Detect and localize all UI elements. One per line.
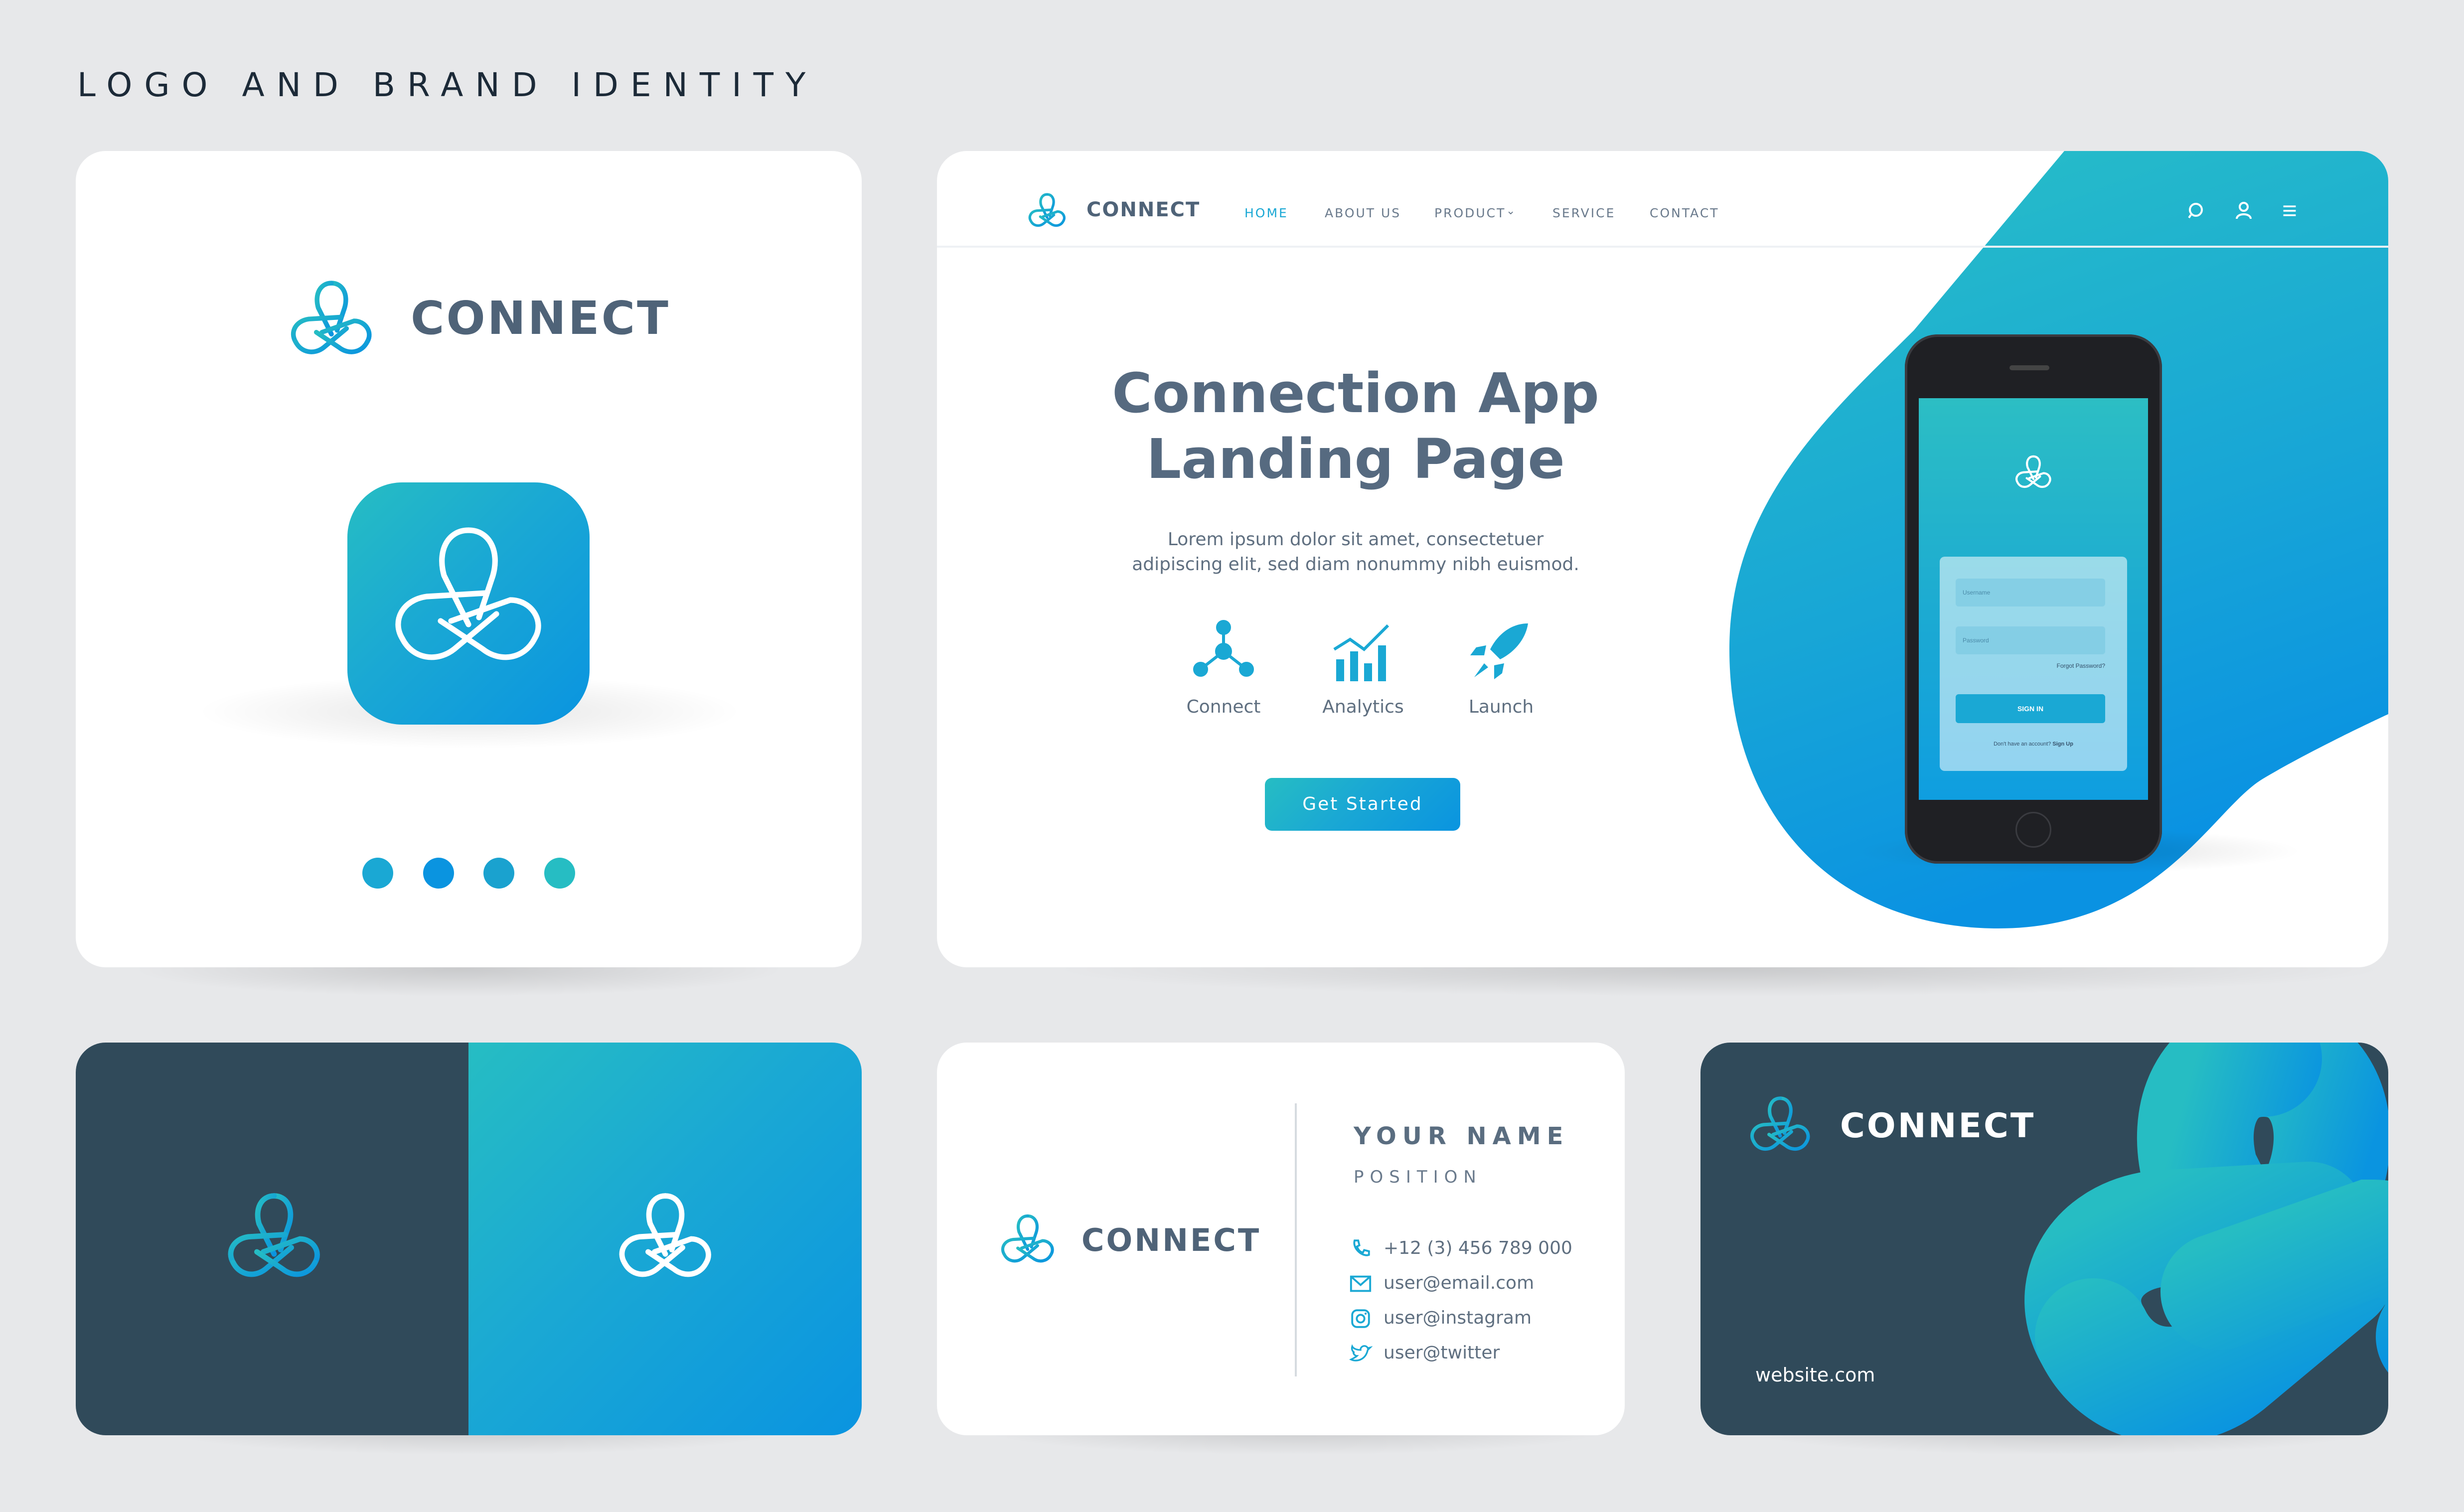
card-position: POSITION	[1354, 1167, 1482, 1187]
logo-mark-icon	[1750, 1096, 1810, 1151]
username-field[interactable]: Username	[1956, 579, 2105, 606]
search-icon[interactable]	[2187, 201, 2207, 221]
brand-name: CONNECT	[1081, 1222, 1261, 1258]
card-instagram: user@instagram	[1384, 1308, 1532, 1328]
nav-brand-name[interactable]: CONNECT	[1086, 198, 1200, 221]
nav-service[interactable]: SERVICE	[1552, 206, 1615, 220]
feature-label-launch: Launch	[1468, 697, 1534, 717]
app-icon	[347, 482, 590, 725]
password-field[interactable]: Password	[1956, 626, 2105, 654]
brand-name: CONNECT	[1840, 1106, 2036, 1146]
business-card-front: CONNECT YOUR NAME POSITION +12 (3) 456 7…	[937, 1043, 1625, 1435]
card-email: user@email.com	[1384, 1273, 1535, 1293]
twitter-icon	[1349, 1344, 1373, 1361]
card-phone: +12 (3) 456 789 000	[1384, 1238, 1572, 1258]
nav-logo-icon[interactable]	[1026, 191, 1069, 234]
signup-row: Don't have an account? Sign Up	[1940, 741, 2127, 747]
phone-screen: Username Password Forgot Password? SIGN …	[1919, 398, 2148, 800]
logo-showcase-card: CONNECT	[76, 151, 862, 967]
card-name: YOUR NAME	[1354, 1122, 1569, 1150]
card-divider	[1295, 1103, 1297, 1376]
feature-label-analytics: Analytics	[1322, 697, 1404, 717]
instagram-icon	[1351, 1309, 1370, 1328]
logo-mark-icon	[1001, 1214, 1054, 1263]
logo-mark-icon	[284, 276, 379, 365]
color-dot	[362, 858, 393, 889]
email-icon	[1350, 1275, 1372, 1292]
hero-title-line-1: Connection App	[1112, 361, 1599, 425]
hero-text: Lorem ipsum dolor sit amet, consectetuer…	[1086, 527, 1625, 577]
brand-name: CONNECT	[411, 292, 670, 345]
color-dot	[423, 858, 454, 889]
nav-home[interactable]: HOME	[1244, 206, 1288, 220]
chevron-down-icon: ⌄	[1506, 204, 1516, 217]
page-heading: LOGO AND BRAND IDENTITY	[77, 66, 818, 104]
home-button[interactable]	[2015, 812, 2051, 848]
logo-mark-icon	[395, 527, 541, 660]
hero-title: Connection App Landing Page	[1086, 360, 1625, 492]
hero-text-line-2: adipiscing elit, sed diam nonummy nibh e…	[1132, 554, 1579, 575]
card-website: website.com	[1755, 1364, 1875, 1386]
hero-text-line-1: Lorem ipsum dolor sit amet, consectetuer	[1167, 529, 1544, 550]
color-dot	[544, 858, 575, 889]
get-started-button[interactable]: Get Started	[1265, 778, 1460, 831]
logo-mark-icon	[619, 1193, 711, 1277]
login-panel: Username Password Forgot Password? SIGN …	[1940, 557, 2127, 771]
user-icon[interactable]	[2234, 201, 2254, 221]
feature-label-connect: Connect	[1186, 697, 1261, 717]
rocket-icon	[1470, 623, 1528, 679]
menu-icon[interactable]	[2281, 203, 2299, 219]
color-dot	[483, 858, 514, 889]
nav-contact[interactable]: CONTACT	[1650, 206, 1719, 220]
signup-prompt: Don't have an account?	[1994, 741, 2051, 747]
phone-mockup: Username Password Forgot Password? SIGN …	[1905, 334, 2162, 864]
signup-link[interactable]: Sign Up	[2052, 741, 2073, 747]
landing-page-card: CONNECT HOME ABOUT US PRODUCT ⌄ SERVICE …	[937, 151, 2388, 967]
forgot-password-link[interactable]: Forgot Password?	[2029, 662, 2105, 669]
hero-title-line-2: Landing Page	[1146, 427, 1565, 491]
chart-icon	[1333, 624, 1389, 681]
sign-in-button[interactable]: SIGN IN	[1956, 694, 2105, 723]
nav-product[interactable]: PRODUCT	[1434, 206, 1506, 220]
business-card-back: CONNECT website.com	[1700, 1043, 2388, 1435]
phone-icon	[1353, 1239, 1370, 1256]
card-twitter: user@twitter	[1384, 1343, 1500, 1363]
nav-about[interactable]: ABOUT US	[1325, 206, 1401, 220]
network-icon	[1193, 620, 1254, 677]
logo-mark-icon	[228, 1193, 320, 1277]
logo-mark-icon	[2015, 455, 2051, 488]
logo-variants-card	[76, 1043, 862, 1435]
